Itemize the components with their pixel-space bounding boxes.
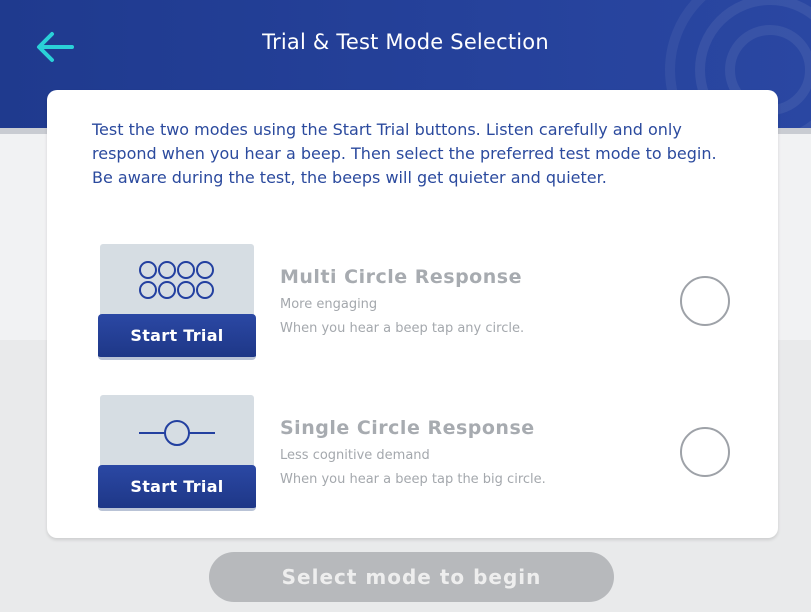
- select-mode-button[interactable]: Select mode to begin: [209, 552, 614, 602]
- mode-description: When you hear a beep tap any circle.: [280, 321, 525, 336]
- mode-preview: [100, 244, 254, 316]
- multi-circle-icon: [139, 261, 214, 299]
- mode-subtitle: Less cognitive demand: [280, 448, 430, 463]
- mode-title: Multi Circle Response: [280, 266, 522, 288]
- mode-selection-card: Test the two modes using the Start Trial…: [47, 90, 778, 538]
- mode-subtitle: More engaging: [280, 297, 378, 312]
- mode-option-multi-circle: Start Trial Multi Circle Response More e…: [47, 244, 778, 364]
- mode-radio-button[interactable]: [680, 427, 730, 477]
- mode-title: Single Circle Response: [280, 417, 535, 439]
- mode-radio-button[interactable]: [680, 276, 730, 326]
- start-trial-button[interactable]: Start Trial: [98, 465, 256, 511]
- mode-description: When you hear a beep tap the big circle.: [280, 472, 546, 487]
- page-title: Trial & Test Mode Selection: [262, 30, 549, 54]
- single-circle-icon: [139, 420, 215, 446]
- mode-option-single-circle: Start Trial Single Circle Response Less …: [47, 395, 778, 515]
- start-trial-button[interactable]: Start Trial: [98, 314, 256, 360]
- mode-preview: [100, 395, 254, 467]
- instructions-text: Test the two modes using the Start Trial…: [92, 120, 717, 187]
